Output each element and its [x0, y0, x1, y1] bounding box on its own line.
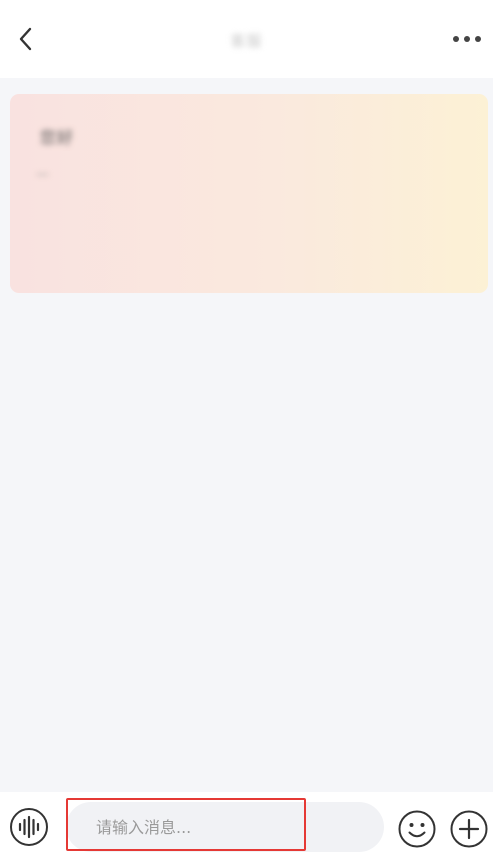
page-title-text: 客服: [230, 31, 263, 50]
page-title: 客服: [196, 28, 297, 52]
top-nav-bar: 客服: [0, 0, 493, 78]
message-input-container: [66, 802, 384, 852]
message-input-bar: [0, 792, 493, 858]
voice-wave-icon: [10, 808, 48, 846]
voice-input-button[interactable]: [9, 807, 49, 847]
card-subtitle: —: [36, 167, 49, 182]
more-horizontal-icon: [453, 36, 481, 42]
chevron-left-icon: [19, 27, 32, 51]
smiley-icon: [398, 810, 436, 848]
card-title: 您好: [40, 128, 75, 147]
chat-screen: 客服 您好 —: [0, 0, 493, 858]
back-button[interactable]: [10, 22, 42, 56]
welcome-card: 您好 —: [10, 94, 488, 293]
add-attachment-button[interactable]: [449, 809, 489, 849]
emoji-button[interactable]: [397, 809, 437, 849]
plus-circle-icon: [450, 810, 488, 848]
more-button[interactable]: [448, 26, 486, 52]
message-input[interactable]: [96, 802, 366, 852]
